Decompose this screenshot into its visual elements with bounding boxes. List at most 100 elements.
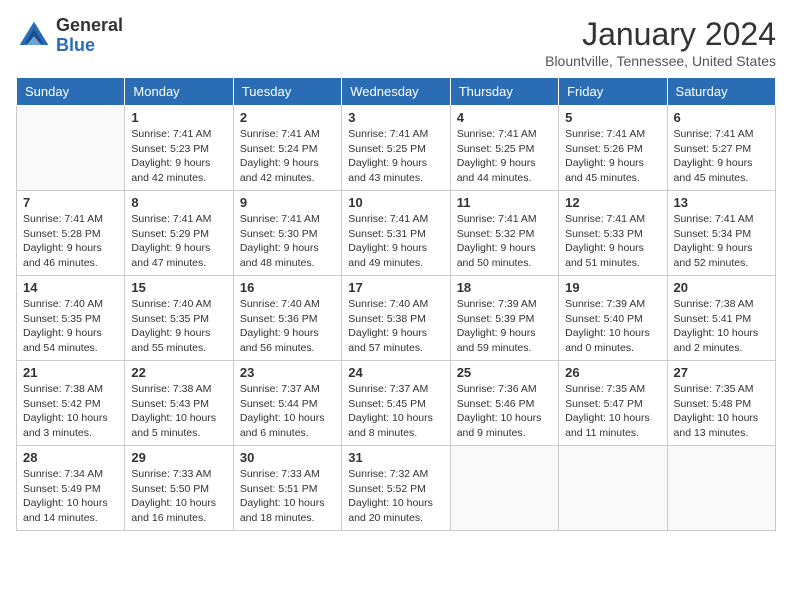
day-number: 24 xyxy=(348,365,443,380)
day-number: 7 xyxy=(23,195,118,210)
day-number: 25 xyxy=(457,365,552,380)
calendar-week-row: 28 Sunrise: 7:34 AMSunset: 5:49 PMDayligh… xyxy=(17,446,776,531)
day-info: Sunrise: 7:37 AMSunset: 5:44 PMDaylight:… xyxy=(240,382,335,441)
day-info: Sunrise: 7:41 AMSunset: 5:32 PMDaylight:… xyxy=(457,212,552,271)
day-info: Sunrise: 7:34 AMSunset: 5:49 PMDaylight:… xyxy=(23,467,118,526)
day-info: Sunrise: 7:41 AMSunset: 5:24 PMDaylight:… xyxy=(240,127,335,186)
calendar-day-cell: 22 Sunrise: 7:38 AMSunset: 5:43 PMDayligh… xyxy=(125,361,233,446)
calendar-day-cell: 29Sunrise: 7:33 AMSunset: 5:50 PMDayligh… xyxy=(125,446,233,531)
day-number: 10 xyxy=(348,195,443,210)
day-number: 11 xyxy=(457,195,552,210)
day-number: 4 xyxy=(457,110,552,125)
day-info: Sunrise: 7:40 AMSunset: 5:35 PMDaylight:… xyxy=(131,297,226,356)
calendar-day-cell xyxy=(559,446,667,531)
title-area: January 2024 Blountville, Tennessee, Uni… xyxy=(545,16,776,69)
day-info: Sunrise: 7:38 AMSunset: 5:42 PMDaylight:… xyxy=(23,382,118,441)
calendar-day-cell: 30Sunrise: 7:33 AMSunset: 5:51 PMDayligh… xyxy=(233,446,341,531)
day-header-saturday: Saturday xyxy=(667,78,775,106)
calendar-day-cell: 17Sunrise: 7:40 AMSunset: 5:38 PMDayligh… xyxy=(342,276,450,361)
day-info: Sunrise: 7:35 AMSunset: 5:48 PMDaylight:… xyxy=(674,382,769,441)
day-number: 12 xyxy=(565,195,660,210)
day-info: Sunrise: 7:41 AMSunset: 5:23 PMDaylight:… xyxy=(131,127,226,186)
calendar-day-cell xyxy=(17,106,125,191)
day-header-friday: Friday xyxy=(559,78,667,106)
logo-general-text: General xyxy=(56,16,123,36)
day-info: Sunrise: 7:32 AMSunset: 5:52 PMDaylight:… xyxy=(348,467,443,526)
calendar-day-cell xyxy=(667,446,775,531)
day-number: 19 xyxy=(565,280,660,295)
calendar-day-cell: 9 Sunrise: 7:41 AMSunset: 5:30 PMDaylight… xyxy=(233,191,341,276)
calendar-day-cell: 31Sunrise: 7:32 AMSunset: 5:52 PMDayligh… xyxy=(342,446,450,531)
day-info: Sunrise: 7:41 AMSunset: 5:29 PMDaylight:… xyxy=(131,212,226,271)
calendar-header-row: SundayMondayTuesdayWednesdayThursdayFrid… xyxy=(17,78,776,106)
day-number: 5 xyxy=(565,110,660,125)
calendar-day-cell: 27 Sunrise: 7:35 AMSunset: 5:48 PMDayligh… xyxy=(667,361,775,446)
calendar-day-cell: 21 Sunrise: 7:38 AMSunset: 5:42 PMDayligh… xyxy=(17,361,125,446)
calendar-day-cell: 19 Sunrise: 7:39 AMSunset: 5:40 PMDayligh… xyxy=(559,276,667,361)
day-info: Sunrise: 7:35 AMSunset: 5:47 PMDaylight:… xyxy=(565,382,660,441)
day-info: Sunrise: 7:41 AMSunset: 5:33 PMDaylight:… xyxy=(565,212,660,271)
day-number: 9 xyxy=(240,195,335,210)
calendar-day-cell: 8 Sunrise: 7:41 AMSunset: 5:29 PMDaylight… xyxy=(125,191,233,276)
day-info: Sunrise: 7:41 AMSunset: 5:31 PMDaylight:… xyxy=(348,212,443,271)
logo-blue-text: Blue xyxy=(56,36,123,56)
calendar-day-cell: 2Sunrise: 7:41 AMSunset: 5:24 PMDaylight… xyxy=(233,106,341,191)
page-header: General Blue January 2024 Blountville, T… xyxy=(16,16,776,69)
calendar-day-cell: 16Sunrise: 7:40 AMSunset: 5:36 PMDayligh… xyxy=(233,276,341,361)
day-header-sunday: Sunday xyxy=(17,78,125,106)
calendar-day-cell: 28 Sunrise: 7:34 AMSunset: 5:49 PMDayligh… xyxy=(17,446,125,531)
day-number: 13 xyxy=(674,195,769,210)
day-info: Sunrise: 7:38 AMSunset: 5:41 PMDaylight:… xyxy=(674,297,769,356)
day-header-thursday: Thursday xyxy=(450,78,558,106)
calendar-week-row: 1Sunrise: 7:41 AMSunset: 5:23 PMDaylight… xyxy=(17,106,776,191)
calendar-day-cell: 20 Sunrise: 7:38 AMSunset: 5:41 PMDayligh… xyxy=(667,276,775,361)
day-info: Sunrise: 7:41 AMSunset: 5:27 PMDaylight:… xyxy=(674,127,769,186)
month-title: January 2024 xyxy=(545,16,776,53)
day-number: 28 xyxy=(23,450,118,465)
calendar-day-cell: 15 Sunrise: 7:40 AMSunset: 5:35 PMDayligh… xyxy=(125,276,233,361)
day-number: 23 xyxy=(240,365,335,380)
calendar-day-cell: 23 Sunrise: 7:37 AMSunset: 5:44 PMDayligh… xyxy=(233,361,341,446)
day-number: 22 xyxy=(131,365,226,380)
day-info: Sunrise: 7:41 AMSunset: 5:28 PMDaylight:… xyxy=(23,212,118,271)
day-info: Sunrise: 7:39 AMSunset: 5:39 PMDaylight:… xyxy=(457,297,552,356)
day-number: 15 xyxy=(131,280,226,295)
day-info: Sunrise: 7:40 AMSunset: 5:38 PMDaylight:… xyxy=(348,297,443,356)
day-info: Sunrise: 7:41 AMSunset: 5:34 PMDaylight:… xyxy=(674,212,769,271)
day-info: Sunrise: 7:41 AMSunset: 5:25 PMDaylight:… xyxy=(457,127,552,186)
day-number: 18 xyxy=(457,280,552,295)
calendar-day-cell: 4 Sunrise: 7:41 AMSunset: 5:25 PMDaylight… xyxy=(450,106,558,191)
calendar-day-cell: 12 Sunrise: 7:41 AMSunset: 5:33 PMDayligh… xyxy=(559,191,667,276)
calendar-day-cell xyxy=(450,446,558,531)
day-header-tuesday: Tuesday xyxy=(233,78,341,106)
calendar-week-row: 7 Sunrise: 7:41 AMSunset: 5:28 PMDaylight… xyxy=(17,191,776,276)
day-info: Sunrise: 7:37 AMSunset: 5:45 PMDaylight:… xyxy=(348,382,443,441)
day-info: Sunrise: 7:36 AMSunset: 5:46 PMDaylight:… xyxy=(457,382,552,441)
calendar-day-cell: 3Sunrise: 7:41 AMSunset: 5:25 PMDaylight… xyxy=(342,106,450,191)
day-info: Sunrise: 7:41 AMSunset: 5:26 PMDaylight:… xyxy=(565,127,660,186)
calendar-day-cell: 18 Sunrise: 7:39 AMSunset: 5:39 PMDayligh… xyxy=(450,276,558,361)
calendar-day-cell: 7 Sunrise: 7:41 AMSunset: 5:28 PMDaylight… xyxy=(17,191,125,276)
day-number: 16 xyxy=(240,280,335,295)
calendar-table: SundayMondayTuesdayWednesdayThursdayFrid… xyxy=(16,77,776,531)
day-number: 21 xyxy=(23,365,118,380)
day-number: 30 xyxy=(240,450,335,465)
location: Blountville, Tennessee, United States xyxy=(545,53,776,69)
day-number: 6 xyxy=(674,110,769,125)
day-number: 20 xyxy=(674,280,769,295)
calendar-day-cell: 13 Sunrise: 7:41 AMSunset: 5:34 PMDayligh… xyxy=(667,191,775,276)
calendar-day-cell: 1Sunrise: 7:41 AMSunset: 5:23 PMDaylight… xyxy=(125,106,233,191)
day-info: Sunrise: 7:41 AMSunset: 5:30 PMDaylight:… xyxy=(240,212,335,271)
day-number: 14 xyxy=(23,280,118,295)
day-number: 27 xyxy=(674,365,769,380)
day-info: Sunrise: 7:38 AMSunset: 5:43 PMDaylight:… xyxy=(131,382,226,441)
calendar-day-cell: 26 Sunrise: 7:35 AMSunset: 5:47 PMDayligh… xyxy=(559,361,667,446)
logo: General Blue xyxy=(16,16,123,56)
day-number: 26 xyxy=(565,365,660,380)
day-info: Sunrise: 7:39 AMSunset: 5:40 PMDaylight:… xyxy=(565,297,660,356)
calendar-day-cell: 24 Sunrise: 7:37 AMSunset: 5:45 PMDayligh… xyxy=(342,361,450,446)
calendar-day-cell: 14Sunrise: 7:40 AMSunset: 5:35 PMDayligh… xyxy=(17,276,125,361)
day-header-wednesday: Wednesday xyxy=(342,78,450,106)
day-number: 8 xyxy=(131,195,226,210)
calendar-day-cell: 25 Sunrise: 7:36 AMSunset: 5:46 PMDayligh… xyxy=(450,361,558,446)
